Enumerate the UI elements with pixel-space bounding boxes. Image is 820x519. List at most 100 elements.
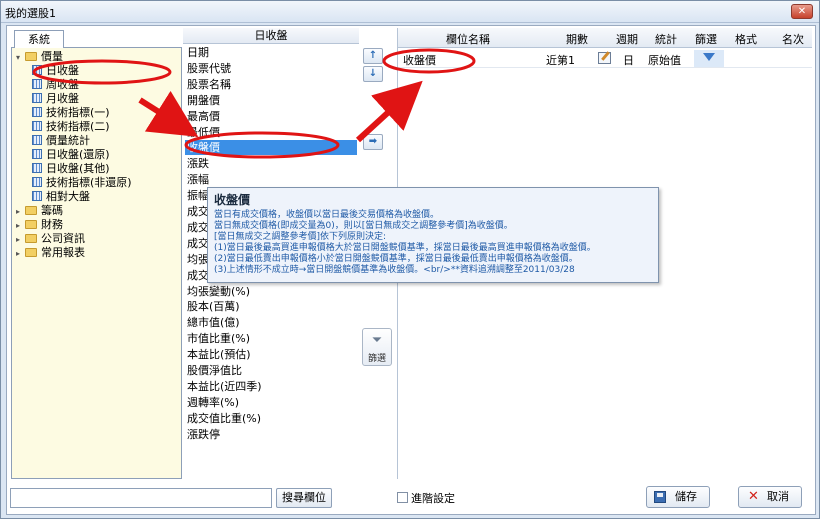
save-button-label: 儲存	[675, 490, 697, 503]
list-item[interactable]: 股價淨值比	[185, 363, 357, 378]
list-item[interactable]: 市值比重(%)	[185, 331, 357, 346]
col-format[interactable]: 格式	[735, 31, 757, 47]
list-item[interactable]: 股票代號	[185, 61, 357, 76]
add-field-button[interactable]: ➡	[363, 134, 383, 150]
tooltip-line: (1)當日最後最高買進申報價格大於當日開盤競價基準，採當日最後最高買進申報價格為…	[214, 243, 596, 253]
list-item[interactable]: 最高價	[185, 109, 357, 124]
field-tooltip: 收盤價 當日有成交價格，收盤價以當日最後交易價格為收盤價。 當日無成交價格(即成…	[207, 187, 659, 283]
tooltip-line: 當日有成交價格，收盤價以當日最後交易價格為收盤價。	[214, 210, 440, 220]
cell-period-count[interactable]: 近第1	[546, 52, 575, 68]
col-cycle[interactable]: 週期	[616, 31, 638, 47]
folder-icon	[25, 234, 37, 243]
tree-item-label: 公司資訊	[41, 232, 85, 245]
col-rank[interactable]: 名次	[782, 31, 804, 47]
list-item[interactable]: 日期	[185, 45, 357, 60]
list-item[interactable]: 週轉率(%)	[185, 395, 357, 410]
tree-item-label: 籌碼	[41, 204, 63, 217]
table-icon	[32, 149, 42, 159]
col-period-count[interactable]: 期數	[566, 31, 588, 47]
tree-item-label: 常用報表	[41, 246, 85, 259]
tree-item-label: 價量統計	[46, 134, 90, 147]
edit-icon[interactable]	[598, 52, 611, 64]
filter-button[interactable]: ⏷ 篩選	[362, 328, 392, 366]
list-item[interactable]: 漲幅	[185, 172, 357, 187]
list-item[interactable]: 開盤價	[185, 93, 357, 108]
list-item[interactable]: 均張變動(%)	[185, 284, 357, 299]
col-field-name[interactable]: 欄位名稱	[446, 31, 490, 47]
tree-item[interactable]: 價量統計	[32, 134, 90, 148]
folder-icon	[25, 52, 37, 61]
tree-item[interactable]: 技術指標(一)	[32, 106, 110, 120]
tree-item[interactable]: 日收盤(其他)	[32, 162, 110, 176]
table-icon	[32, 163, 42, 173]
tree-folder[interactable]: ▸ 公司資訊	[16, 232, 85, 246]
field-list-header: 日收盤	[183, 28, 359, 44]
dialog-window: 我的選股1 ✕ 系統 ▾ 價量 日收盤 周收盤 月收盤 技術指標(一) 技術指標(二) 價量統…	[0, 0, 820, 519]
chevron-down-icon[interactable]: ▾	[16, 51, 25, 65]
move-down-button[interactable]: ↓	[363, 66, 383, 82]
tree-folder[interactable]: ▾ 價量	[16, 50, 63, 64]
table-icon	[32, 93, 42, 103]
tree-item[interactable]: 月收盤	[32, 92, 79, 106]
list-item[interactable]: 漲跌	[185, 156, 357, 171]
table-icon	[32, 107, 42, 117]
tree-folder[interactable]: ▸ 籌碼	[16, 204, 63, 218]
table-row[interactable]: 收盤價 近第1 日 原始值	[398, 50, 812, 68]
chevron-right-icon[interactable]: ▸	[16, 205, 25, 219]
tree-item[interactable]: 技術指標(非還原)	[32, 176, 132, 190]
window-title: 我的選股1	[5, 7, 56, 20]
advanced-settings-label: 進階設定	[411, 492, 455, 505]
cell-stat[interactable]: 原始值	[648, 52, 681, 68]
cell-cycle[interactable]: 日	[623, 52, 634, 68]
cell-filter[interactable]	[694, 50, 724, 67]
tooltip-line: 當日無成交價格(即成交量為0)，則以[當日無成交之調整參考價]為收盤價。	[214, 221, 513, 231]
tab-system[interactable]: 系統	[14, 30, 64, 48]
list-item[interactable]: 股本(百萬)	[185, 299, 357, 314]
tooltip-title: 收盤價	[214, 193, 251, 207]
tree-folder[interactable]: ▸ 財務	[16, 218, 63, 232]
list-item[interactable]: 本益比(預估)	[185, 347, 357, 362]
cancel-button[interactable]: ✕ 取消	[738, 486, 802, 508]
tree-folder[interactable]: ▸ 常用報表	[16, 246, 85, 260]
funnel-icon: ⏷	[371, 333, 383, 348]
list-item[interactable]: 最低價	[185, 125, 357, 140]
close-button[interactable]: ✕	[791, 4, 813, 19]
tooltip-line: [當日無成交之調整參考價]依下列原則決定:	[214, 232, 387, 242]
list-item[interactable]: 股票名稱	[185, 77, 357, 92]
tree-item-label: 相對大盤	[46, 190, 90, 203]
list-item[interactable]: 總市值(億)	[185, 315, 357, 330]
tree-item[interactable]: 日收盤(還原)	[32, 148, 110, 162]
col-stat[interactable]: 統計	[655, 31, 677, 47]
tree-item-label: 月收盤	[46, 92, 79, 105]
cell-field-name[interactable]: 收盤價	[403, 52, 436, 68]
list-item[interactable]: 成交值比重(%)	[185, 411, 357, 426]
tree-item-label: 日收盤(其他)	[46, 162, 110, 175]
grid-header: 欄位名稱 期數 週期 統計 篩選 格式 名次	[398, 28, 812, 48]
chevron-right-icon[interactable]: ▸	[16, 219, 25, 233]
arrow-right-icon: ➡	[368, 136, 378, 147]
advanced-settings-checkbox[interactable]	[397, 492, 408, 503]
tree-item[interactable]: 日收盤	[32, 64, 79, 78]
folder-icon	[25, 206, 37, 215]
tree-item[interactable]: 相對大盤	[32, 190, 90, 204]
save-button[interactable]: 儲存	[646, 486, 710, 508]
list-item[interactable]: 漲跌停	[185, 427, 357, 442]
close-icon: ✕	[748, 489, 759, 504]
cancel-button-label: 取消	[767, 490, 789, 503]
chevron-right-icon[interactable]: ▸	[16, 247, 25, 261]
move-up-button[interactable]: ↑	[363, 48, 383, 64]
filter-icon	[703, 53, 715, 61]
col-filter[interactable]: 篩選	[695, 31, 717, 47]
floppy-icon	[654, 491, 666, 503]
filter-button-label: 篩選	[367, 354, 386, 364]
list-item[interactable]: 收盤價	[185, 140, 357, 156]
list-item[interactable]: 本益比(近四季)	[185, 379, 357, 394]
search-field-button[interactable]: 搜尋欄位	[276, 488, 332, 508]
tree-item[interactable]: 技術指標(二)	[32, 120, 110, 134]
tree-item-label: 日收盤(還原)	[46, 148, 110, 161]
arrow-down-icon: ↓	[368, 68, 378, 79]
table-icon	[32, 177, 42, 187]
tree-item[interactable]: 周收盤	[32, 78, 79, 92]
search-input[interactable]	[10, 488, 272, 508]
chevron-right-icon[interactable]: ▸	[16, 233, 25, 247]
